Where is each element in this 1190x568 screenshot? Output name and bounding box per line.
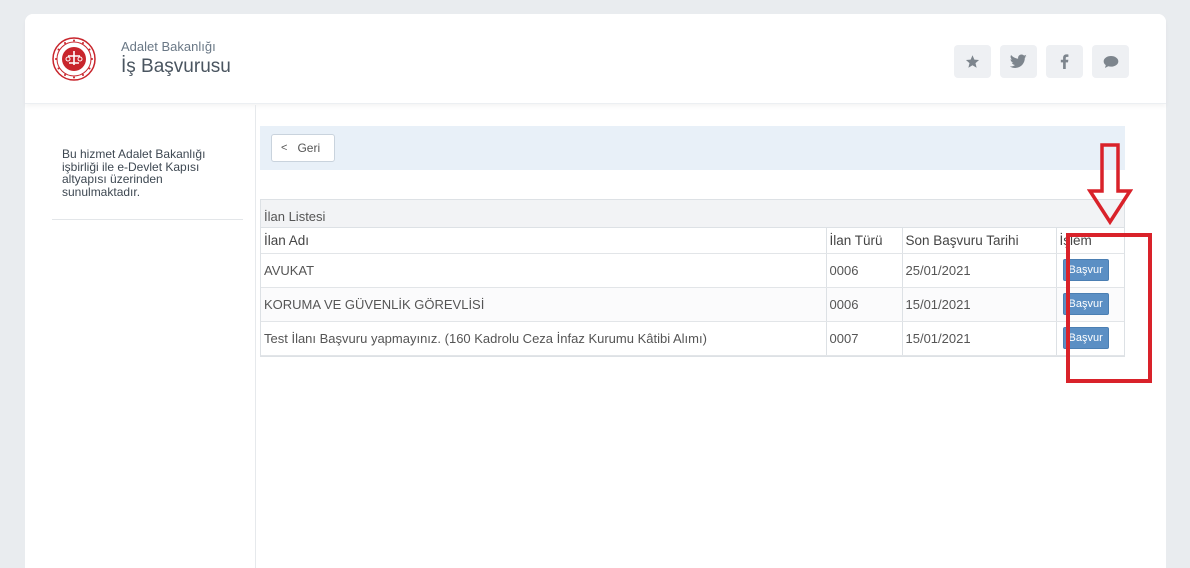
favorite-button[interactable]: [954, 45, 991, 78]
twitter-button[interactable]: [1000, 45, 1037, 78]
table-header-row: İlan Adı İlan Türü Son Başvuru Tarihi İş…: [261, 228, 1124, 254]
table-row: KORUMA VE GÜVENLİK GÖREVLİSİ 0006 15/01/…: [261, 287, 1124, 322]
chat-bubble-icon: [1103, 55, 1118, 68]
column-header-name: İlan Adı: [261, 228, 826, 254]
cell-deadline: 15/01/2021: [901, 321, 1056, 356]
brand-title: İş Başvurusu: [121, 56, 231, 77]
cell-job-name: Test İlanı Başvuru yapmayınız. (160 Kadr…: [261, 321, 826, 356]
highlight-box-annotation: [1066, 233, 1152, 383]
sidebar: Bu hizmet Adalet Bakanlığı işbirliği ile…: [25, 105, 256, 568]
down-arrow-annotation-icon: [1087, 143, 1133, 225]
cell-job-name: KORUMA VE GÜVENLİK GÖREVLİSİ: [261, 287, 826, 322]
column-header-type: İlan Türü: [825, 228, 902, 254]
star-icon: [965, 55, 980, 68]
chevron-left-icon: <: [281, 142, 288, 154]
table-row: Test İlanı Başvuru yapmayınız. (160 Kadr…: [261, 321, 1124, 356]
sidebar-info-text: Bu hizmet Adalet Bakanlığı işbirliği ile…: [62, 147, 206, 199]
table-caption: İlan Listesi: [261, 200, 1124, 228]
brand-subtitle: Adalet Bakanlığı: [121, 39, 216, 54]
cell-job-type: 0006: [825, 253, 902, 288]
chat-button[interactable]: [1092, 45, 1129, 78]
ministry-logo: [52, 37, 96, 81]
table-row: AVUKAT 0006 25/01/2021 Başvur: [261, 253, 1124, 288]
column-header-deadline: Son Başvuru Tarihi: [901, 228, 1056, 254]
twitter-icon: [1010, 54, 1027, 68]
cell-deadline: 25/01/2021: [901, 253, 1056, 288]
facebook-icon: [1060, 54, 1069, 69]
cell-job-type: 0007: [825, 321, 902, 356]
cell-job-name: AVUKAT: [261, 253, 826, 288]
back-button-label: Geri: [297, 141, 321, 155]
cell-deadline: 15/01/2021: [901, 287, 1056, 322]
sidebar-divider: [52, 219, 243, 220]
job-listing-table: İlan Listesi İlan Adı İlan Türü Son Başv…: [260, 199, 1125, 357]
cell-job-type: 0006: [825, 287, 902, 322]
back-button[interactable]: < Geri: [271, 134, 335, 162]
facebook-button[interactable]: [1046, 45, 1083, 78]
back-toolbar: < Geri: [260, 126, 1125, 170]
header: Adalet Bakanlığı İş Başvurusu: [25, 14, 1166, 104]
